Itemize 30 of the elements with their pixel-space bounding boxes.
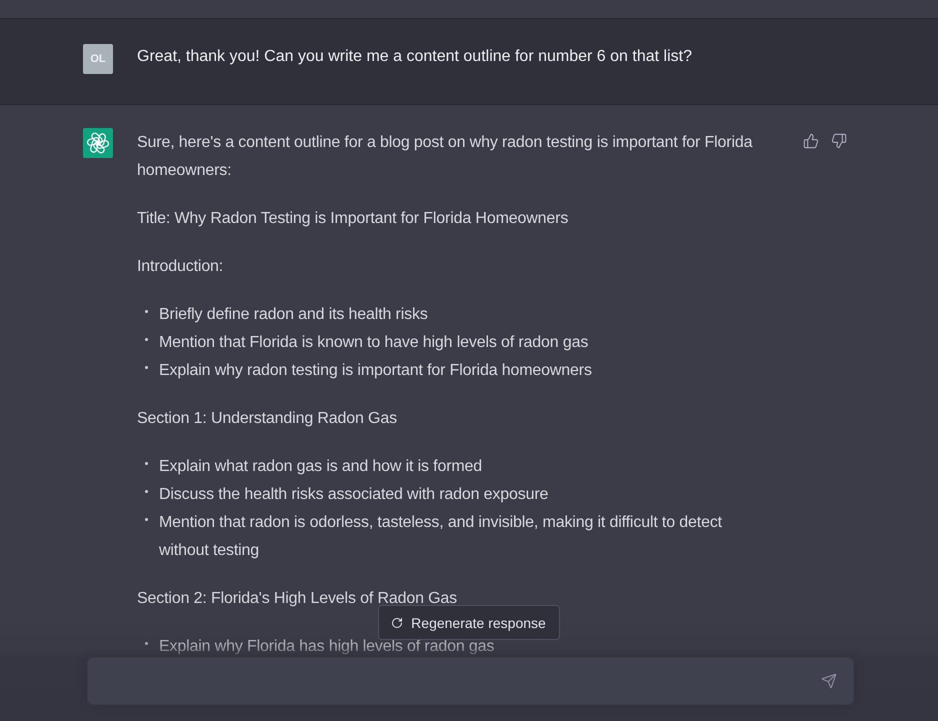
thumbs-down-icon bbox=[831, 133, 847, 149]
knot-logo-icon bbox=[83, 128, 113, 158]
message-paragraph: Introduction: bbox=[137, 257, 224, 277]
send-button[interactable] bbox=[821, 673, 837, 689]
bullet-item-text: Explain what radon gas is and how it is formed bbox=[159, 457, 482, 477]
message-paragraph: Sure, here's a content outline for a blog post on why radon testing is important for Florida homeowners: bbox=[137, 133, 754, 181]
message-paragraph: Title: Why Radon Testing is Important for Florida Homeowners bbox=[137, 209, 570, 229]
bullet-dot-icon bbox=[145, 642, 148, 645]
send-icon bbox=[821, 673, 837, 689]
bullet-item-text: Explain why radon testing is important for Florida homeowners bbox=[159, 361, 592, 381]
refresh-icon bbox=[391, 616, 404, 628]
bullet-item-text: Discuss the health risks associated with radon exposure bbox=[159, 485, 548, 505]
bullet-item-text: Briefly define radon and its health risks bbox=[159, 305, 428, 325]
message-paragraph: Section 1: Understanding Radon Gas bbox=[137, 409, 398, 429]
bullet-dot-icon bbox=[145, 490, 148, 493]
bullet-item-text: Explain why Florida has high levels of radon gas bbox=[159, 637, 494, 657]
bullet-dot-icon bbox=[145, 366, 148, 369]
regenerate-response-button[interactable]: Regenerate response bbox=[378, 605, 560, 640]
bullet-item-text: Mention that radon is odorless, tasteless, and invisible, making it difficult to detect without testing bbox=[159, 513, 723, 561]
bullet-dot-icon bbox=[145, 518, 148, 521]
bullet-dot-icon bbox=[145, 310, 148, 313]
message-input-field[interactable] bbox=[87, 657, 854, 705]
user-message-text: Great, thank you! Can you write me a content outline for number 6 on that list? bbox=[137, 47, 692, 67]
thumbs-down-button[interactable] bbox=[831, 133, 847, 149]
bullet-dot-icon bbox=[145, 338, 148, 341]
thumbs-up-button[interactable] bbox=[803, 133, 819, 149]
bullet-dot-icon bbox=[145, 462, 148, 465]
bullet-item-text: Mention that Florida is known to have high levels of radon gas bbox=[159, 333, 588, 353]
user-avatar: OL bbox=[83, 44, 113, 74]
thumbs-up-icon bbox=[803, 133, 819, 149]
